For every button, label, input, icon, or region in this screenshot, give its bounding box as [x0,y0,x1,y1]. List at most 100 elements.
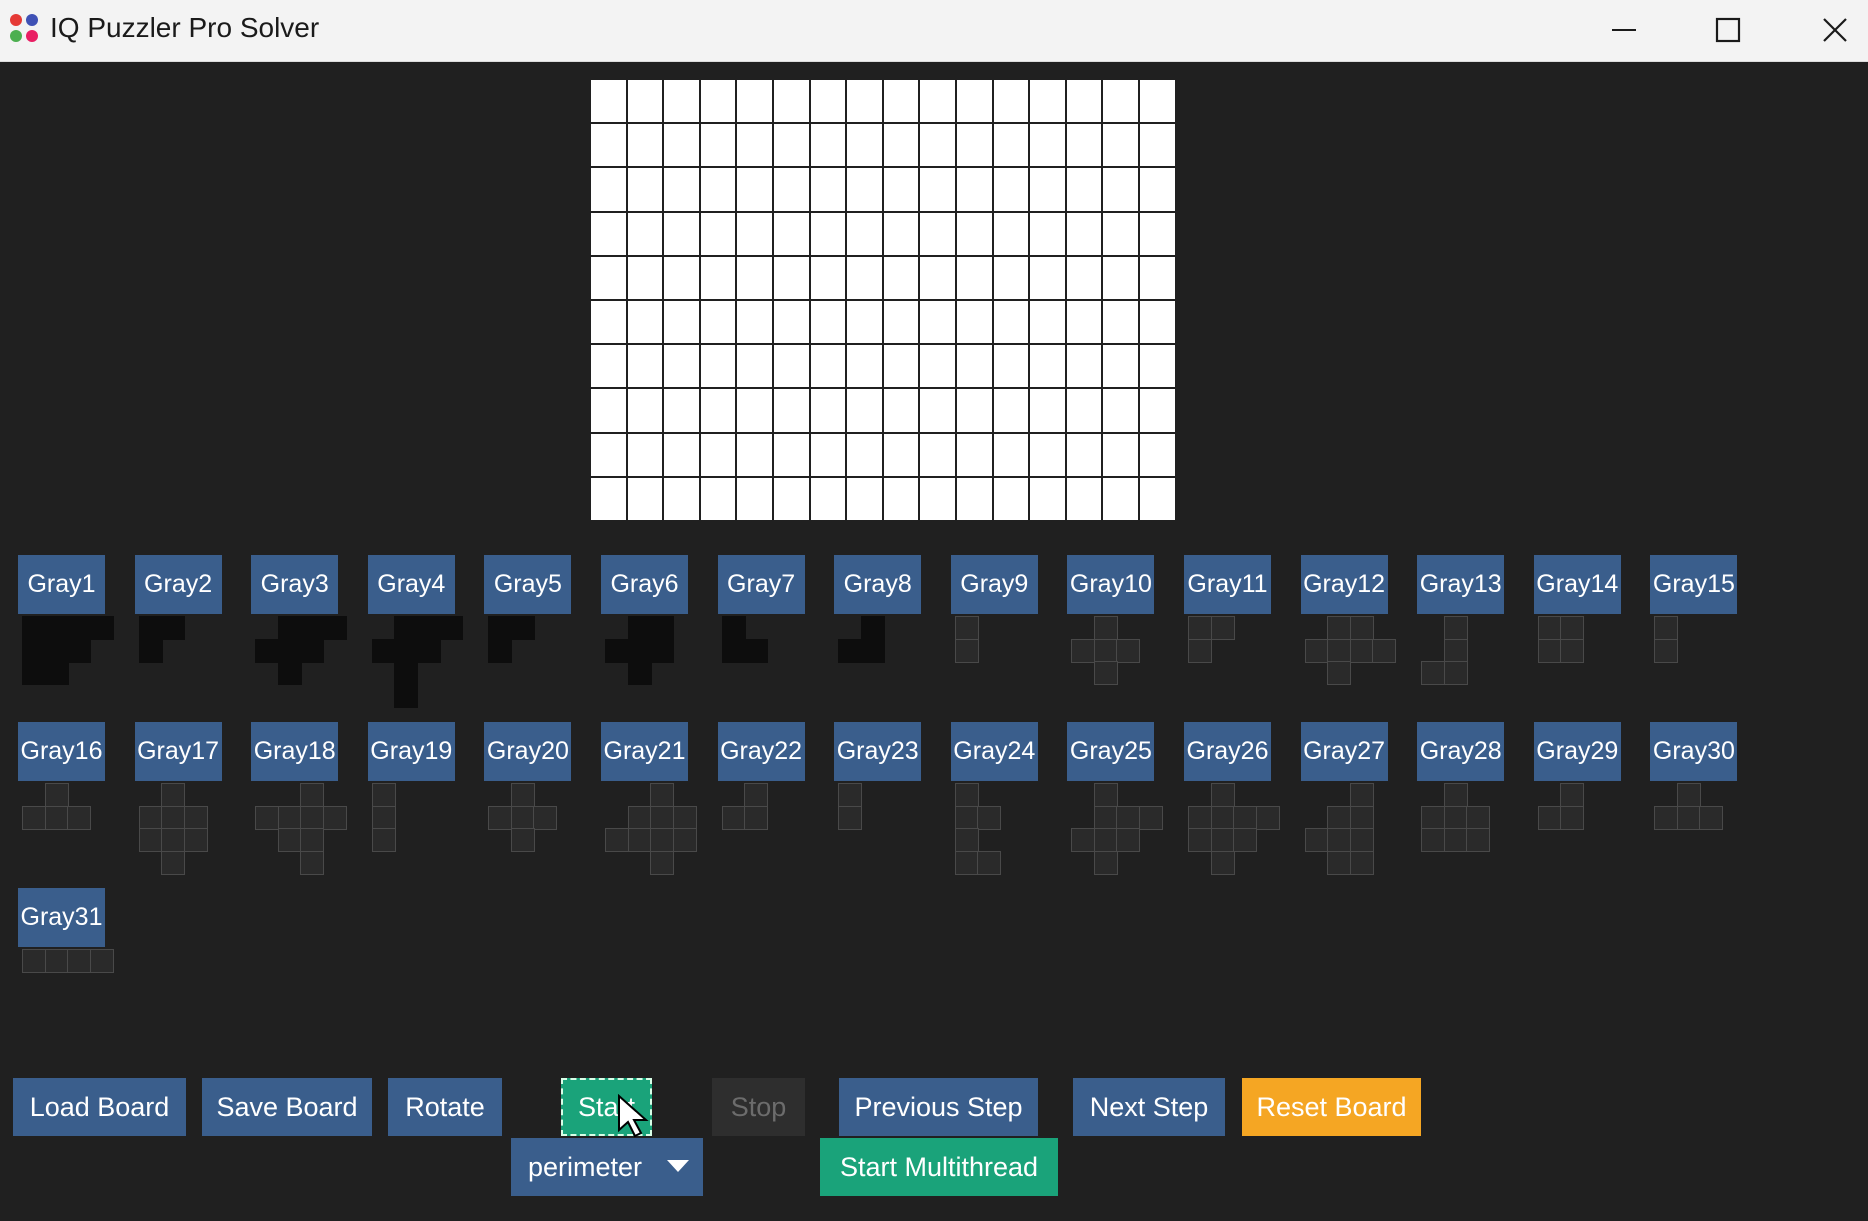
board-cell[interactable] [810,389,846,432]
board-cell[interactable] [773,389,809,432]
piece-button[interactable]: Gray6 [601,555,688,614]
board-cell[interactable] [1139,80,1175,123]
board-cell[interactable] [920,433,955,476]
piece-button[interactable]: Gray15 [1650,555,1738,614]
board-cell[interactable] [810,124,846,167]
board-cell[interactable] [1103,389,1138,432]
piece-shape[interactable] [1421,616,1519,716]
board-cell[interactable] [956,345,992,388]
board-cell[interactable] [591,124,626,167]
board-cell[interactable] [993,124,1029,167]
board-cell[interactable] [591,345,626,388]
board-cell[interactable] [700,477,736,520]
board-cell[interactable] [847,300,882,344]
piece-button[interactable]: Gray21 [601,722,688,781]
board-cell[interactable] [737,124,772,167]
board-cell[interactable] [1066,345,1102,388]
board-cell[interactable] [847,477,882,520]
board-cell[interactable] [883,300,919,344]
piece-button[interactable]: Gray7 [717,555,805,614]
board-cell[interactable] [591,389,626,432]
piece-shape[interactable] [488,616,586,716]
piece-shape[interactable] [22,616,120,716]
board-cell[interactable] [883,433,919,476]
board-cell[interactable] [591,477,626,520]
board-cell[interactable] [1066,433,1102,476]
board-cell[interactable] [1139,433,1175,476]
board-cell[interactable] [1066,168,1102,211]
board-cell[interactable] [664,389,699,432]
board-cell[interactable] [956,124,992,167]
board-cell[interactable] [883,124,919,167]
board-cell[interactable] [810,168,846,211]
board-cell[interactable] [737,477,772,520]
board-cell[interactable] [700,345,736,388]
board-cell[interactable] [627,300,663,344]
board-cell[interactable] [920,212,955,255]
board-cell[interactable] [591,80,626,123]
board-cell[interactable] [627,124,663,167]
board-cell[interactable] [847,168,882,211]
piece-shape[interactable] [1421,783,1519,883]
puzzle-board[interactable] [589,78,1177,522]
board-cell[interactable] [773,433,809,476]
board-cell[interactable] [956,80,992,123]
piece-button[interactable]: Gray28 [1417,722,1505,781]
board-cell[interactable] [920,80,955,123]
board-cell[interactable] [773,212,809,255]
strategy-select[interactable]: perimeter [511,1138,703,1196]
board-cell[interactable] [883,389,919,432]
piece-button[interactable]: Gray1 [18,555,105,614]
board-cell[interactable] [664,256,699,299]
board-cell[interactable] [993,300,1029,344]
board-cell[interactable] [737,80,772,123]
board-cell[interactable] [810,345,846,388]
board-cell[interactable] [1066,124,1102,167]
board-cell[interactable] [1066,80,1102,123]
piece-button[interactable]: Gray31 [18,888,105,947]
board-cell[interactable] [627,477,663,520]
board-cell[interactable] [627,345,663,388]
board-cell[interactable] [1030,389,1065,432]
piece-button[interactable]: Gray18 [251,722,339,781]
board-cell[interactable] [1030,124,1065,167]
board-cell[interactable] [1066,300,1102,344]
board-cell[interactable] [847,124,882,167]
board-cell[interactable] [700,433,736,476]
piece-shape[interactable] [838,783,936,883]
board-cell[interactable] [1066,477,1102,520]
board-cell[interactable] [1103,212,1138,255]
board-cell[interactable] [627,256,663,299]
board-cell[interactable] [993,256,1029,299]
board-cell[interactable] [1139,168,1175,211]
piece-shape[interactable] [954,783,1053,883]
board-cell[interactable] [1103,256,1138,299]
board-cell[interactable] [773,477,809,520]
board-cell[interactable] [627,389,663,432]
piece-shape[interactable] [371,783,470,883]
board-cell[interactable] [993,345,1029,388]
board-cell[interactable] [737,168,772,211]
load-board-button[interactable]: Load Board [13,1078,186,1136]
board-cell[interactable] [956,168,992,211]
board-cell[interactable] [1103,477,1138,520]
board-cell[interactable] [700,389,736,432]
close-icon[interactable] [1785,0,1868,60]
piece-button[interactable]: Gray11 [1184,555,1271,614]
piece-shape[interactable] [22,949,120,1049]
board-cell[interactable] [1066,256,1102,299]
board-cell[interactable] [1066,389,1102,432]
board-cell[interactable] [883,477,919,520]
piece-shape[interactable] [605,783,703,883]
minimize-icon[interactable] [1574,0,1674,60]
piece-button[interactable]: Gray16 [18,722,105,781]
board-cell[interactable] [591,256,626,299]
board-cell[interactable] [956,389,992,432]
piece-button[interactable]: Gray9 [950,555,1038,614]
board-cell[interactable] [883,345,919,388]
piece-button[interactable]: Gray2 [134,555,222,614]
piece-button[interactable]: Gray27 [1300,722,1388,781]
board-cell[interactable] [737,256,772,299]
piece-button[interactable]: Gray4 [367,555,455,614]
maximize-icon[interactable] [1678,0,1778,60]
